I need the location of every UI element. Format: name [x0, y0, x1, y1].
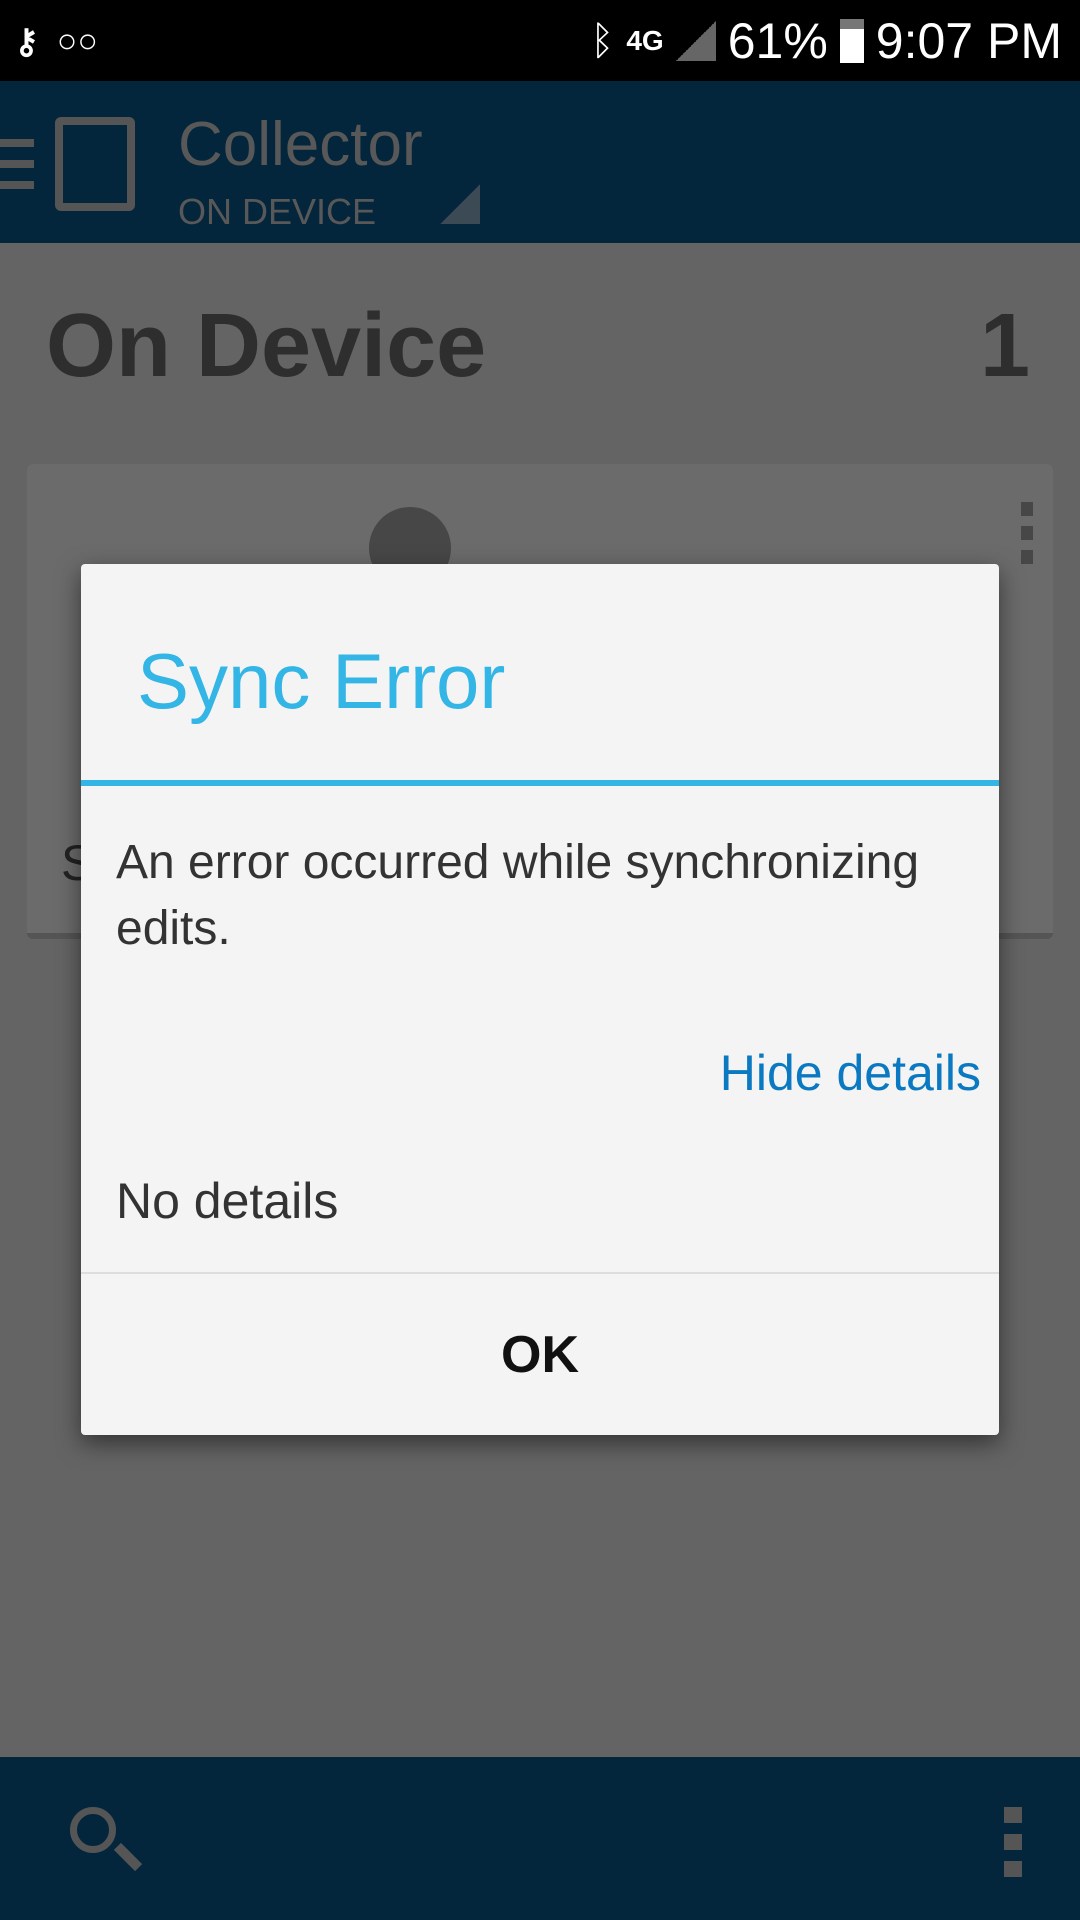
bottom-bar [0, 1757, 1080, 1920]
overflow-menu-icon[interactable] [1004, 1807, 1022, 1877]
item-count: 1 [979, 296, 1030, 396]
title-divider [81, 780, 999, 786]
overflow-menu-icon[interactable] [1021, 502, 1033, 564]
sync-error-dialog: Sync Error An error occurred while synch… [81, 564, 999, 1435]
clipboard-app-icon [55, 117, 135, 211]
section-heading: On Device [46, 296, 487, 396]
bluetooth-icon: ᛒ [590, 18, 615, 63]
dialog-message: An error occurred while synchronizing ed… [116, 836, 920, 955]
voicemail-icon: ○○ [56, 22, 98, 60]
search-icon[interactable] [70, 1807, 116, 1853]
network-type: 4G [626, 25, 664, 56]
hide-details-link[interactable]: Hide details [720, 1044, 981, 1102]
signal-icon [675, 21, 716, 61]
clock: 9:07 PM [875, 13, 1062, 69]
details-text: No details [116, 1173, 339, 1229]
battery-percent: 61% [727, 13, 828, 69]
ok-button[interactable]: OK [81, 1274, 999, 1435]
menu-icon[interactable] [0, 139, 34, 189]
dropdown-triangle-icon[interactable] [440, 184, 480, 224]
status-bar: ⚷ ○○ ᛒ 4G 61% 9:07 PM [0, 0, 1080, 81]
app-title: Collector [178, 110, 423, 179]
app-toolbar: Collector ON DEVICE [0, 81, 1080, 243]
dialog-title: Sync Error [137, 637, 506, 725]
view-selector[interactable]: ON DEVICE [178, 191, 376, 233]
battery-icon [839, 19, 864, 63]
vpn-key-icon: ⚷ [14, 23, 39, 61]
